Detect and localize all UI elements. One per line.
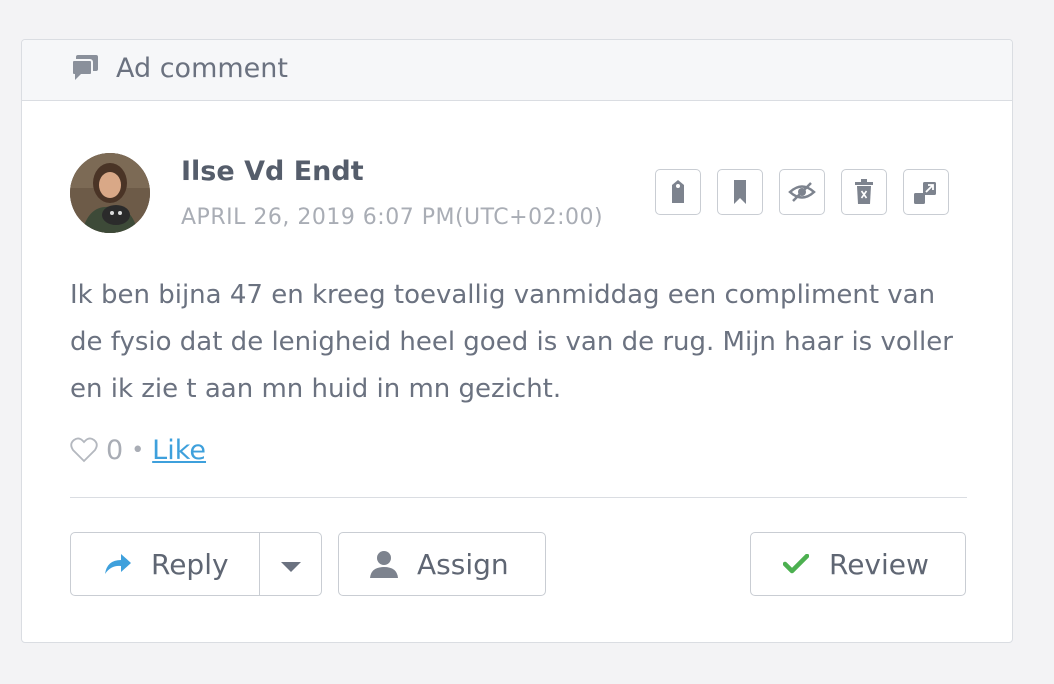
hide-icon xyxy=(788,181,816,203)
tag-icon xyxy=(668,179,688,205)
card-title: Ad comment xyxy=(116,53,288,84)
user-icon xyxy=(369,550,399,578)
assign-button[interactable]: Assign xyxy=(338,532,546,596)
check-icon xyxy=(783,554,809,574)
like-row: 0 • Like xyxy=(70,432,206,468)
review-label: Review xyxy=(829,547,929,581)
divider xyxy=(70,497,967,498)
expand-button[interactable] xyxy=(903,169,949,215)
delete-button[interactable] xyxy=(841,169,887,215)
bookmark-icon xyxy=(731,179,749,205)
bookmark-button[interactable] xyxy=(717,169,763,215)
hide-button[interactable] xyxy=(779,169,825,215)
comment-timestamp: APRIL 26, 2019 6:07 PM(UTC+02:00) xyxy=(181,205,604,230)
reply-button[interactable]: Reply xyxy=(71,533,260,595)
like-separator: • xyxy=(131,437,145,463)
assign-label: Assign xyxy=(417,547,509,581)
like-count: 0 xyxy=(106,434,124,466)
reply-dropdown-button[interactable] xyxy=(260,533,321,595)
expand-icon xyxy=(913,179,939,205)
delete-icon xyxy=(854,179,874,205)
chevron-down-icon xyxy=(280,548,301,581)
reply-arrow-icon xyxy=(103,552,133,576)
tag-button[interactable] xyxy=(655,169,701,215)
like-link[interactable]: Like xyxy=(152,435,206,466)
reply-label: Reply xyxy=(151,547,229,581)
review-button[interactable]: Review xyxy=(750,532,966,596)
comment-card: Ad comment Ilse Vd Endt APRIL 26, 2019 6… xyxy=(21,39,1013,643)
comment-body: Ik ben bijna 47 en kreeg toevallig vanmi… xyxy=(70,280,953,404)
author-name[interactable]: Ilse Vd Endt xyxy=(181,156,364,188)
heart-icon[interactable] xyxy=(70,437,98,463)
card-header: Ad comment xyxy=(22,40,1012,101)
avatar[interactable] xyxy=(70,153,150,233)
comment-actions xyxy=(655,169,949,215)
comments-icon xyxy=(70,53,100,83)
reply-button-group: Reply xyxy=(70,532,322,596)
